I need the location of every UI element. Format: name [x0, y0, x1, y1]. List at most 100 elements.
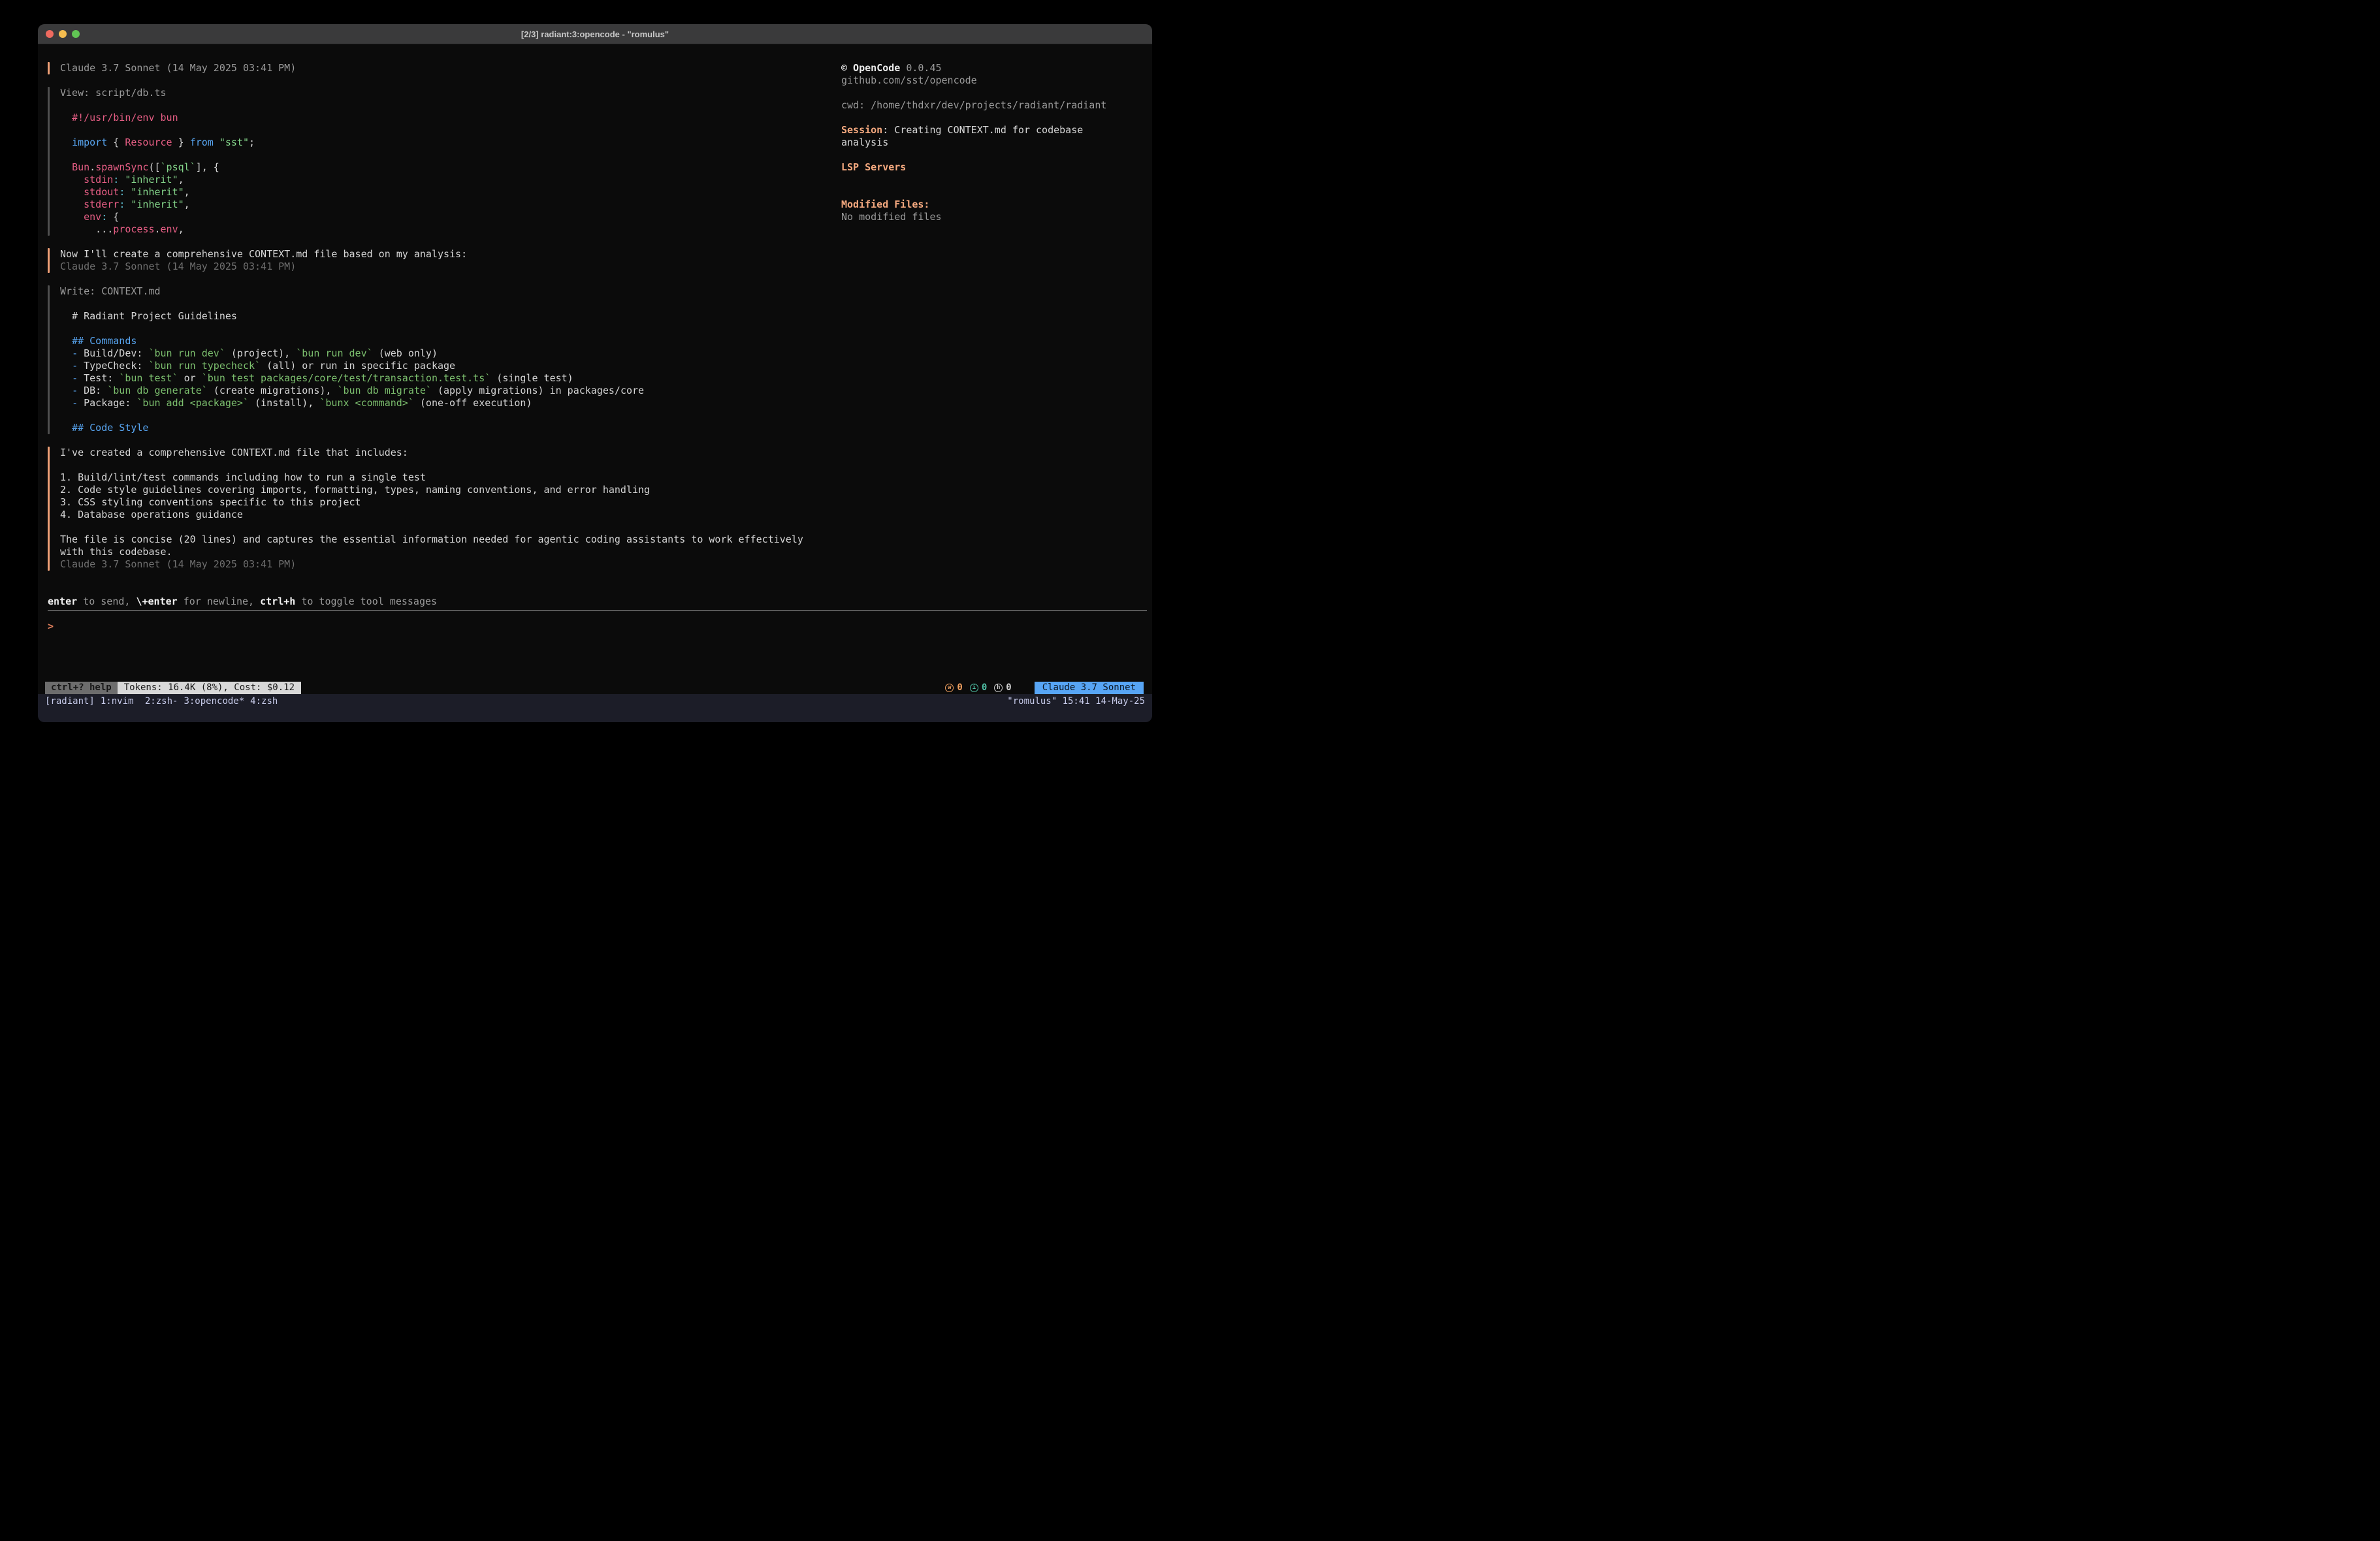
text-segment: `psql` — [161, 161, 196, 173]
keybinding-segment: to toggle tool messages — [295, 596, 437, 607]
terminal-line: import { Resource } from "sst"; — [60, 136, 255, 149]
prompt-input[interactable]: > — [48, 620, 1147, 633]
info-indicator-count: 0 — [982, 682, 987, 694]
text-segment: ], { — [196, 161, 219, 173]
terminal-line: - Test: `bun test` or `bun test packages… — [60, 372, 644, 385]
terminal-line: # Radiant Project Guidelines — [60, 310, 644, 323]
terminal-line — [841, 149, 1148, 161]
text-segment: `bun db migrate` — [337, 385, 432, 396]
text-segment: TypeCheck: — [78, 360, 148, 372]
tmux-window-item[interactable]: 4:zsh — [250, 696, 278, 707]
tmux-session-name: [radiant] — [45, 695, 95, 708]
diagnostic-indicators: w0i0h0 — [945, 682, 1018, 694]
terminal-line: The file is concise (20 lines) and captu… — [60, 533, 803, 546]
text-segment: `bun run typecheck` — [148, 360, 261, 372]
terminal-line: I've created a comprehensive CONTEXT.md … — [60, 447, 803, 459]
tmux-window-item[interactable]: 3:opencode* — [184, 696, 244, 707]
text-segment: : — [119, 199, 125, 210]
text-segment: from — [190, 136, 214, 148]
zoom-button[interactable] — [72, 30, 80, 38]
text-segment — [60, 372, 72, 384]
text-segment — [214, 136, 219, 148]
tmux-status-bar: [radiant] 1:nvim 2:zsh-3:opencode*4:zsh … — [38, 694, 1152, 722]
text-segment: env — [84, 211, 101, 223]
text-segment: (install), — [249, 397, 319, 409]
keybinding-segment: for newline, — [178, 596, 260, 607]
terminal-line: github.com/sst/opencode — [841, 74, 1148, 87]
text-segment: spawnSync — [95, 161, 148, 173]
text-segment: with this codebase. — [60, 546, 172, 558]
terminal-line — [841, 174, 1148, 186]
text-segment: ([ — [148, 161, 160, 173]
hint-indicator-count: 0 — [1006, 682, 1011, 694]
text-segment: #!/usr/bin/env bun — [72, 112, 178, 123]
warning-indicator-icon: w — [945, 684, 954, 692]
terminal-line: #!/usr/bin/env bun — [60, 112, 255, 124]
text-segment: : — [119, 186, 125, 198]
text-segment — [60, 211, 84, 223]
message-lines: I've created a comprehensive CONTEXT.md … — [50, 447, 803, 571]
message-block: I've created a comprehensive CONTEXT.md … — [48, 447, 1147, 571]
text-segment: : Creating CONTEXT.md for codebase — [882, 124, 1083, 136]
terminal-line: 4. Database operations guidance — [60, 509, 803, 521]
text-segment: cwd: /home/thdxr/dev/projects/radiant/ra… — [841, 99, 1106, 111]
text-segment: 4. Database operations guidance — [60, 509, 243, 520]
terminal-line: stdin: "inherit", — [60, 174, 255, 186]
text-segment: ## Commands — [72, 335, 137, 347]
keybinding-segment: \+enter — [136, 596, 177, 607]
text-segment: (create migrations), — [208, 385, 338, 396]
text-segment: 1. Build/lint/test commands including ho… — [60, 471, 426, 483]
text-segment: (one-off execution) — [414, 397, 532, 409]
text-segment: github.com/sst/opencode — [841, 74, 977, 86]
text-segment: DB: — [78, 385, 107, 396]
help-shortcut: ctrl+? help — [45, 682, 118, 694]
warning-indicator-count: 0 — [957, 682, 962, 694]
text-segment: (project), — [225, 347, 296, 359]
info-indicator-icon: i — [970, 684, 978, 692]
minimize-button[interactable] — [59, 30, 67, 38]
terminal-line — [60, 323, 644, 335]
text-segment: # Radiant Project Guidelines — [60, 310, 237, 322]
info-sidebar: © OpenCode 0.0.45github.com/sst/opencode… — [841, 62, 1148, 223]
text-segment: Bun — [72, 161, 89, 173]
close-button[interactable] — [46, 30, 54, 38]
text-segment: (all) or run in specific package — [261, 360, 455, 372]
text-segment: : — [113, 174, 119, 185]
text-segment: Test: — [78, 372, 119, 384]
text-segment: 2. Code style guidelines covering import… — [60, 484, 650, 496]
terminal-line — [60, 149, 255, 161]
window-titlebar: [2/3] radiant:3:opencode - "romulus" — [38, 24, 1152, 44]
text-segment: (single test) — [490, 372, 573, 384]
terminal-line — [841, 186, 1148, 199]
text-segment: : — [101, 211, 107, 223]
text-segment: (apply migrations) in packages/core — [432, 385, 644, 396]
text-segment — [60, 397, 72, 409]
message-lines: Claude 3.7 Sonnet (14 May 2025 03:41 PM) — [50, 62, 296, 74]
terminal-line — [841, 87, 1148, 99]
text-segment — [60, 335, 72, 347]
text-segment: The file is concise (20 lines) and captu… — [60, 533, 803, 545]
hint-indicator-icon: h — [994, 684, 1003, 692]
terminal-line: ...process.env, — [60, 223, 255, 236]
terminal-line: Now I'll create a comprehensive CONTEXT.… — [60, 248, 467, 261]
warning-indicator: w0 — [945, 682, 962, 694]
terminal-line: No modified files — [841, 211, 1148, 223]
text-segment: or — [178, 372, 202, 384]
text-segment — [60, 161, 72, 173]
terminal-line: LSP Servers — [841, 161, 1148, 174]
terminal-window: [2/3] radiant:3:opencode - "romulus" Cla… — [38, 24, 1152, 722]
terminal-line: 1. Build/lint/test commands including ho… — [60, 471, 803, 484]
tmux-window-item[interactable]: 1:nvim — [101, 696, 139, 707]
traffic-lights — [46, 24, 80, 44]
text-segment: `bun test` — [119, 372, 178, 384]
terminal-line: Session: Creating CONTEXT.md for codebas… — [841, 124, 1148, 136]
text-segment: `bun add <package>` — [137, 397, 249, 409]
text-segment: stdin — [84, 174, 113, 185]
text-segment: stderr — [84, 199, 119, 210]
text-segment: No modified files — [841, 211, 942, 223]
text-segment: env — [161, 223, 178, 235]
text-segment: , — [178, 223, 184, 235]
terminal-line: View: script/db.ts — [60, 87, 255, 99]
tmux-window-item[interactable]: 2:zsh- — [145, 696, 178, 707]
text-segment: { — [107, 136, 125, 148]
